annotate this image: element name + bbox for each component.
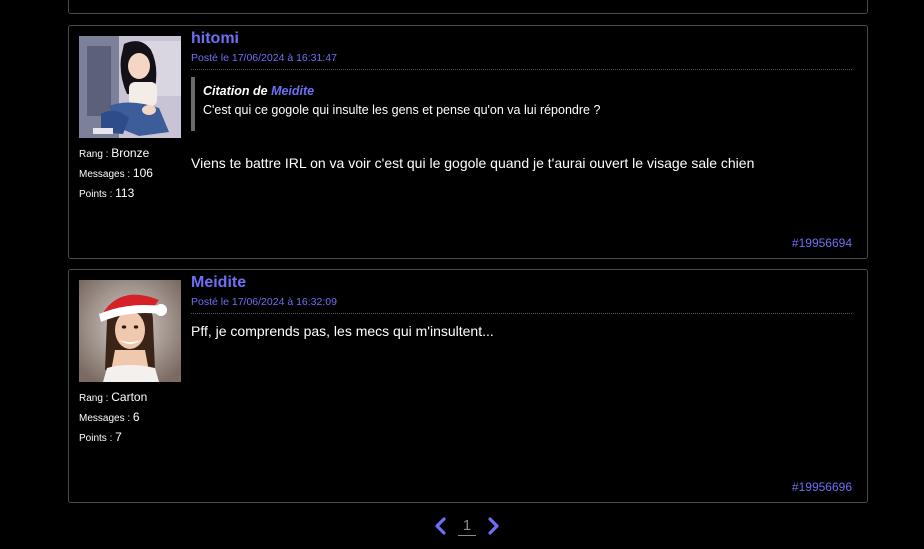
post: Rang : Bronze Messages : 106 Points : 11… xyxy=(68,25,868,259)
quote-text: C'est qui ce gogole qui insulte les gens… xyxy=(203,103,601,117)
points-row: Points : 7 xyxy=(79,430,122,444)
rank-row: Rang : Bronze xyxy=(79,146,150,160)
author-stats: Rang : Carton Messages : 6 Points : 7 xyxy=(79,388,147,448)
post-header: Meidite Posté le 17/06/2024 à 16:32:09 xyxy=(191,273,852,314)
points-row: Points : 113 xyxy=(79,186,135,200)
messages-row: Messages : 6 xyxy=(79,410,140,424)
post-date: Posté le 17/06/2024 à 16:32:09 xyxy=(191,293,852,314)
page-number-current[interactable]: 1 xyxy=(458,517,476,536)
post-header: hitomi Posté le 17/06/2024 à 16:31:47 xyxy=(191,29,852,70)
author-stats: Rang : Bronze Messages : 106 Points : 11… xyxy=(79,144,153,204)
post-date: Posté le 17/06/2024 à 16:31:47 xyxy=(191,49,852,70)
post-author[interactable]: Meidite xyxy=(191,273,852,293)
points-value: 7 xyxy=(115,430,122,444)
chevron-right-icon[interactable] xyxy=(486,517,502,535)
post: Rang : Carton Messages : 6 Points : 7 Me… xyxy=(68,269,868,503)
messages-value: 106 xyxy=(132,166,153,180)
post-body: Pff, je comprends pas, les mecs qui m'in… xyxy=(191,323,494,339)
pagination: 1 xyxy=(0,515,924,539)
quote-author[interactable]: Meidite xyxy=(271,84,314,98)
post-permalink[interactable]: #19956694 xyxy=(792,236,852,250)
post-permalink[interactable]: #19956691 xyxy=(792,0,852,5)
messages-row: Messages : 106 xyxy=(79,166,153,180)
rank-value: Carton xyxy=(111,390,148,404)
chevron-left-icon[interactable] xyxy=(432,517,448,535)
quote-block: Citation de Meidite C'est qui ce gogole … xyxy=(191,77,852,131)
post-author[interactable]: hitomi xyxy=(191,29,852,49)
points-value: 113 xyxy=(115,186,135,200)
post-permalink[interactable]: #19956696 xyxy=(792,480,852,494)
quote-header: Citation de Meidite xyxy=(203,84,315,98)
rank-value: Bronze xyxy=(111,146,150,160)
avatar[interactable] xyxy=(79,36,181,138)
messages-value: 6 xyxy=(132,410,140,424)
avatar[interactable] xyxy=(79,280,181,382)
post-previous: #19956691 xyxy=(68,0,868,14)
rank-row: Rang : Carton xyxy=(79,390,148,404)
post-body: Viens te battre IRL on va voir c'est qui… xyxy=(191,155,755,171)
